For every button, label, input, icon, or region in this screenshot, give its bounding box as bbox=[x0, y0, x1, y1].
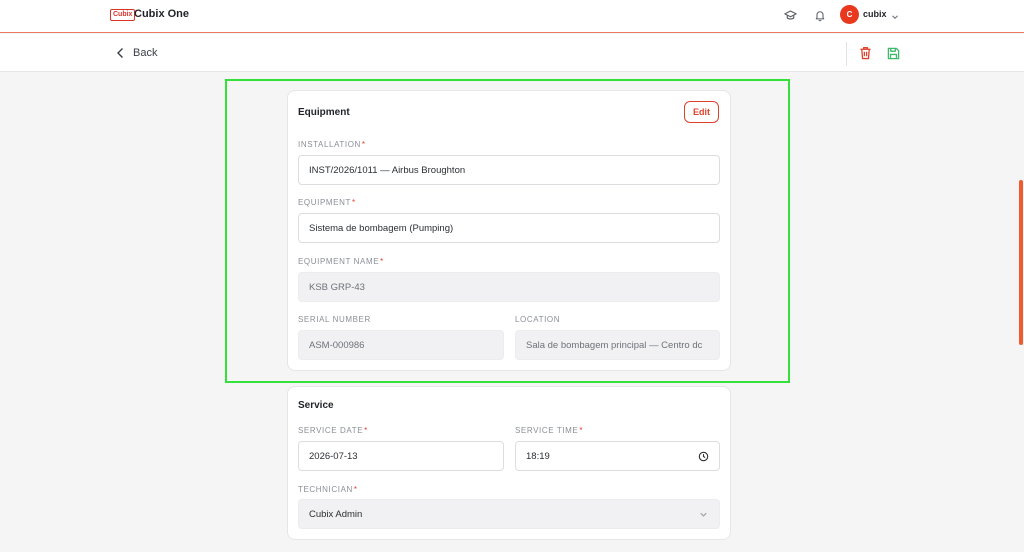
equipment-name-field: KSB GRP-43 bbox=[298, 272, 720, 302]
top-bar: Cubix Cubix One C cubix bbox=[0, 0, 1024, 33]
user-name[interactable]: cubix bbox=[863, 9, 887, 19]
app-name[interactable]: Cubix One bbox=[134, 8, 189, 20]
equipment-field[interactable]: Sistema de bombagem (Pumping) bbox=[298, 213, 720, 243]
technician-value: Cubix Admin bbox=[309, 508, 363, 520]
brand-logo[interactable]: Cubix bbox=[110, 9, 136, 21]
serial-number-label: SERIAL NUMBER bbox=[298, 315, 371, 324]
technician-label: TECHNICIAN* bbox=[298, 485, 358, 494]
equipment-card: Equipment Edit INSTALLATION* INST/2026/1… bbox=[287, 90, 731, 371]
clock-icon[interactable] bbox=[698, 451, 709, 462]
technician-select[interactable]: Cubix Admin bbox=[298, 499, 720, 529]
action-bar: Back bbox=[0, 34, 1024, 72]
service-card: Service SERVICE DATE* 2026-07-13 SERVICE… bbox=[287, 386, 731, 540]
divider bbox=[846, 42, 847, 66]
trash-icon[interactable] bbox=[857, 45, 873, 61]
installation-label: INSTALLATION* bbox=[298, 140, 366, 149]
service-date-field[interactable]: 2026-07-13 bbox=[298, 441, 504, 471]
equipment-card-title: Equipment bbox=[298, 107, 350, 118]
service-time-label: SERVICE TIME* bbox=[515, 426, 584, 435]
location-field: Sala de bombagem principal — Centro dc bbox=[515, 330, 720, 360]
save-icon[interactable] bbox=[885, 45, 901, 61]
installation-field[interactable]: INST/2026/1011 — Airbus Broughton bbox=[298, 155, 720, 185]
service-card-title: Service bbox=[298, 400, 334, 411]
back-label: Back bbox=[133, 47, 158, 59]
equipment-name-label: EQUIPMENT NAME* bbox=[298, 257, 384, 266]
serial-number-field: ASM-000986 bbox=[298, 330, 504, 360]
edit-button[interactable]: Edit bbox=[684, 101, 719, 123]
service-time-value: 18:19 bbox=[526, 450, 550, 462]
graduation-cap-icon[interactable] bbox=[783, 8, 797, 22]
avatar[interactable]: C bbox=[840, 5, 859, 24]
equipment-label: EQUIPMENT* bbox=[298, 198, 356, 207]
chevron-left-icon bbox=[117, 48, 123, 58]
scrollbar-thumb[interactable] bbox=[1019, 180, 1023, 345]
service-date-label: SERVICE DATE* bbox=[298, 426, 368, 435]
bell-icon[interactable] bbox=[813, 8, 827, 22]
back-button[interactable]: Back bbox=[116, 45, 157, 61]
chevron-down-icon[interactable] bbox=[890, 9, 900, 20]
chevron-down-icon bbox=[698, 509, 709, 520]
location-label: LOCATION bbox=[515, 315, 561, 324]
service-time-field[interactable]: 18:19 bbox=[515, 441, 720, 471]
